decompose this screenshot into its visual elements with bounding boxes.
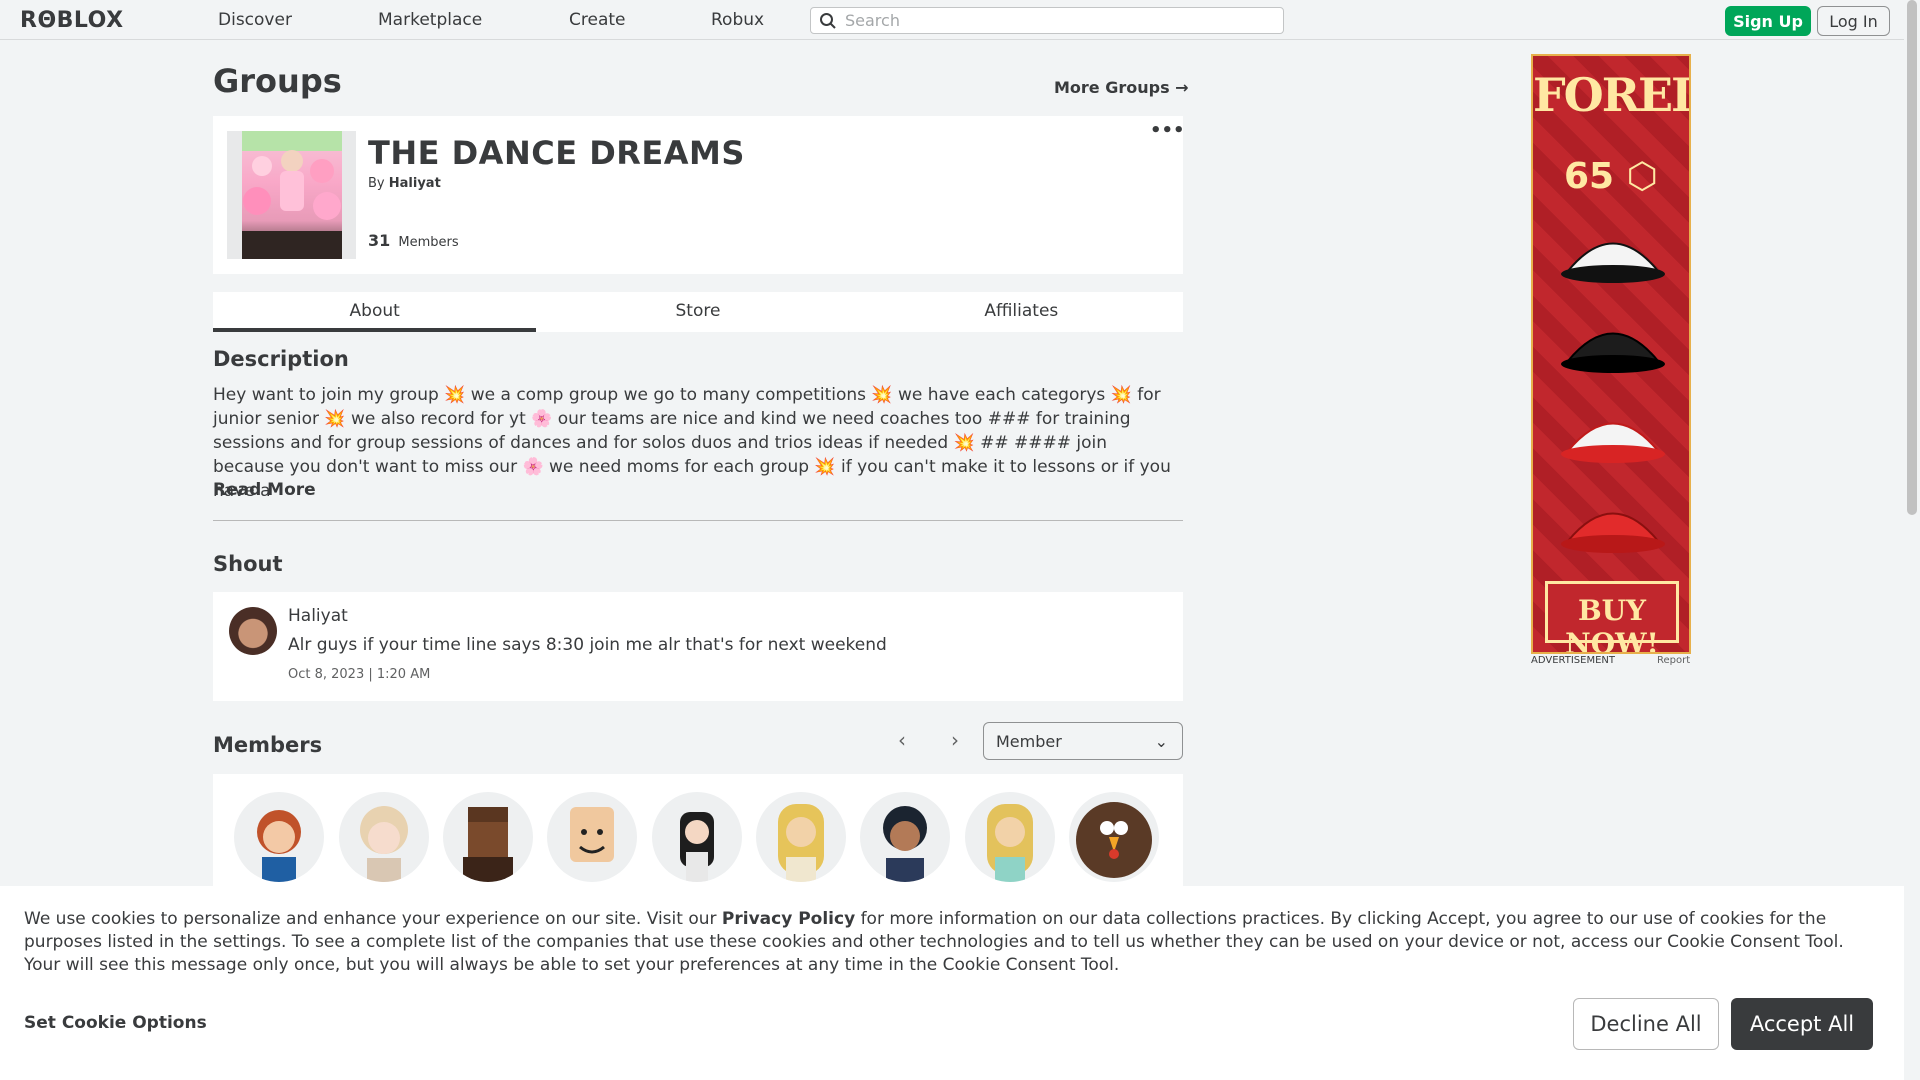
group-emblem [227, 131, 356, 259]
search-box[interactable] [810, 7, 1284, 34]
shout-avatar[interactable] [229, 607, 277, 655]
ad-buy-button[interactable]: BUY NOW! [1545, 581, 1679, 652]
page-title: Groups [213, 62, 342, 100]
tab-affiliates[interactable]: Affiliates [860, 292, 1183, 332]
set-cookie-options-link[interactable]: Set Cookie Options [24, 1013, 207, 1033]
search-input[interactable] [845, 11, 1265, 30]
advertisement-banner[interactable]: FOREIGN 65 ⬡ BUY NOW! [1531, 54, 1691, 654]
more-groups-link[interactable]: More Groups → [1054, 78, 1189, 97]
sign-up-button[interactable]: Sign Up [1725, 6, 1811, 36]
member-avatar[interactable] [860, 792, 950, 882]
shout-username[interactable]: Haliyat [288, 606, 348, 626]
hat-image [1561, 242, 1665, 283]
group-owner-prefix: By [368, 176, 385, 191]
section-divider [213, 520, 1183, 521]
read-more-link[interactable]: Read More [213, 480, 316, 500]
shout-message: Alr guys if your time line says 8:30 joi… [288, 635, 887, 655]
chevron-down-icon: ⌄ [1154, 732, 1168, 751]
ad-price: 65 ⬡ [1533, 156, 1689, 197]
description-heading: Description [213, 347, 349, 371]
robux-icon: ⬡ [1626, 156, 1659, 197]
member-count-value: 31 [368, 231, 391, 250]
hat-image [1561, 512, 1665, 553]
ad-title: FOREIGN [1533, 68, 1691, 122]
group-tabs: About Store Affiliates [213, 292, 1183, 332]
decline-all-button[interactable]: Decline All [1573, 998, 1719, 1050]
member-avatar[interactable] [339, 792, 429, 882]
roblox-logo[interactable]: RΘBLOX [20, 8, 124, 33]
member-avatar[interactable] [1069, 792, 1159, 882]
member-avatar[interactable] [652, 792, 742, 882]
hat-image [1561, 422, 1665, 463]
shout-heading: Shout [213, 552, 283, 576]
member-avatar[interactable] [965, 792, 1055, 882]
accept-all-button[interactable]: Accept All [1731, 998, 1873, 1050]
member-avatar[interactable] [234, 792, 324, 882]
group-owner-link[interactable]: Haliyat [389, 176, 441, 191]
chevron-right-icon[interactable]: › [951, 728, 959, 752]
top-navigation: RΘBLOX Discover Marketplace Create Robux… [0, 0, 1920, 40]
role-select[interactable]: Member ⌄ [983, 722, 1183, 760]
shout-timestamp: Oct 8, 2023 | 1:20 AM [288, 667, 431, 682]
group-header-card: THE DANCE DREAMS By Haliyat 31 Members •… [213, 116, 1185, 274]
group-emblem-image [241, 131, 342, 259]
cookie-message: We use cookies to personalize and enhanc… [24, 908, 1884, 977]
nav-discover[interactable]: Discover [218, 10, 292, 30]
group-member-count: 31 Members [368, 231, 459, 250]
group-emblem-art [241, 131, 342, 259]
hat-image [1561, 332, 1665, 373]
member-avatar[interactable] [443, 792, 533, 882]
more-options-icon[interactable]: ••• [1150, 120, 1185, 141]
ad-label: ADVERTISEMENT [1531, 655, 1616, 666]
ad-report-link[interactable]: Report [1657, 655, 1690, 666]
privacy-policy-link[interactable]: Privacy Policy [722, 909, 855, 929]
shout-card: Haliyat Alr guys if your time line says … [213, 592, 1183, 701]
member-avatar[interactable] [547, 792, 637, 882]
nav-create[interactable]: Create [569, 10, 626, 30]
chevron-left-icon[interactable]: ‹ [898, 728, 906, 752]
members-list [213, 774, 1183, 894]
role-select-value: Member [996, 732, 1062, 751]
member-avatar[interactable] [756, 792, 846, 882]
ad-price-value: 65 [1563, 156, 1615, 197]
tab-store[interactable]: Store [536, 292, 859, 332]
group-owner-line: By Haliyat [368, 176, 441, 191]
search-icon [820, 12, 836, 29]
group-description: Hey want to join my group 💥 we a comp gr… [213, 385, 1171, 501]
nav-robux[interactable]: Robux [711, 10, 764, 30]
scrollbar-thumb[interactable] [1907, 0, 1917, 515]
nav-marketplace[interactable]: Marketplace [378, 10, 482, 30]
cookie-banner: We use cookies to personalize and enhanc… [0, 886, 1904, 1080]
tab-about[interactable]: About [213, 292, 537, 332]
group-name: THE DANCE DREAMS [368, 134, 745, 172]
member-count-label: Members [398, 235, 459, 250]
log-in-button[interactable]: Log In [1817, 6, 1890, 36]
members-heading: Members [213, 733, 323, 757]
cookie-text-before: We use cookies to personalize and enhanc… [24, 909, 722, 929]
